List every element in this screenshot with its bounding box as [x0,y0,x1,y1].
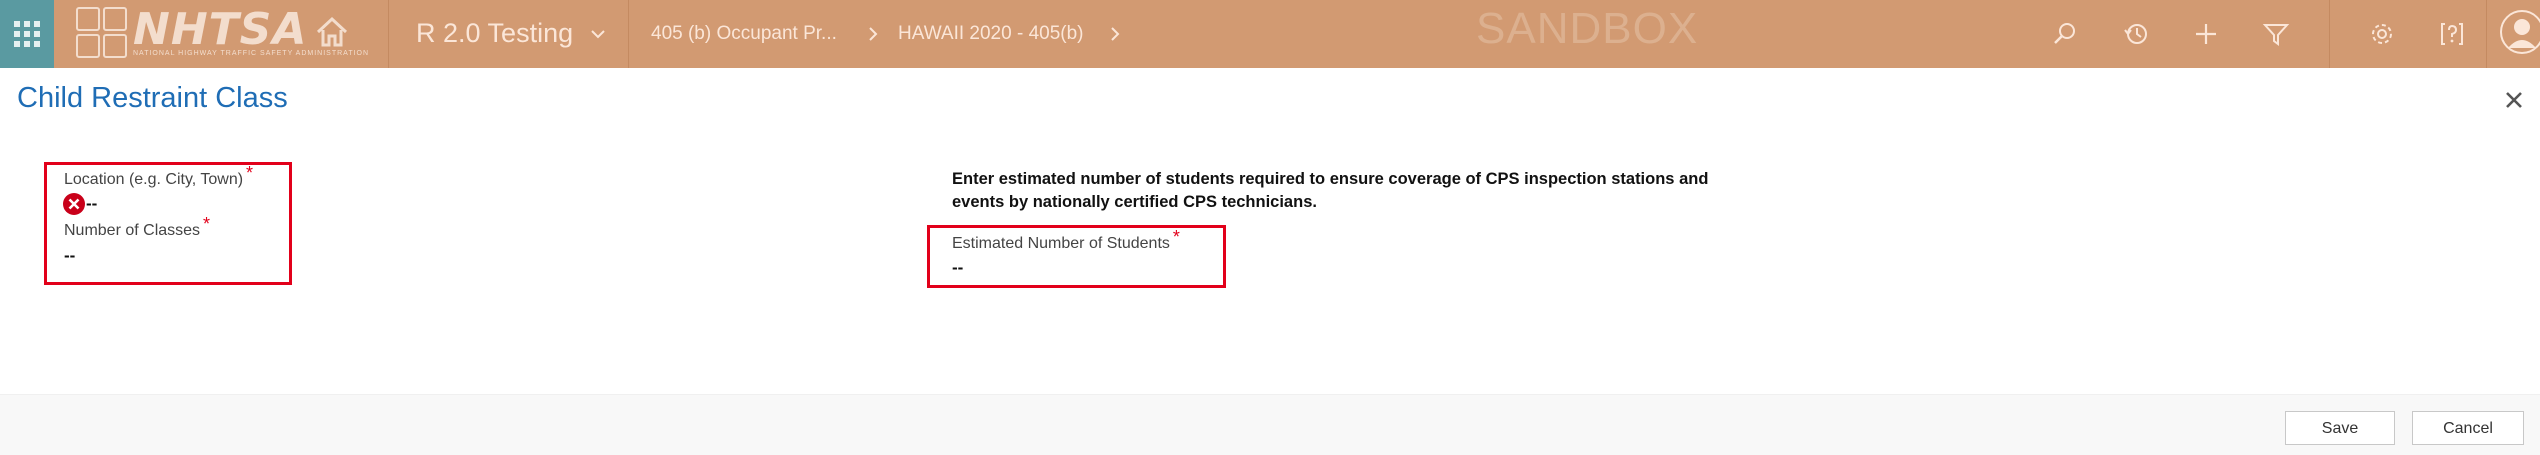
environment-label: SANDBOX [1476,4,1699,53]
help-icon[interactable] [2438,20,2466,48]
chevron-right-icon [866,25,880,43]
breadcrumb-item-occupant-protection[interactable]: 405 (b) Occupant Pr... [651,22,837,46]
logo-tiles-icon [76,6,127,58]
app-name[interactable]: R 2.0 Testing [416,16,573,50]
divider [628,0,629,68]
required-marker: * [1172,227,1180,247]
add-icon[interactable] [2192,20,2220,48]
dialog-footer [0,394,2540,455]
divider [2329,0,2330,68]
divider [2486,0,2487,68]
location-field[interactable]: -- [86,194,97,214]
location-label-text: Location (e.g. City, Town) [64,171,244,188]
home-icon[interactable] [314,14,350,50]
app-launcher-button[interactable] [0,0,54,68]
number-of-classes-label-text: Number of Classes [64,222,201,239]
close-icon[interactable] [2502,88,2526,112]
settings-icon[interactable] [2368,20,2396,48]
user-avatar-icon[interactable] [2500,10,2540,58]
number-of-classes-field[interactable]: -- [64,246,75,266]
chevron-right-icon[interactable] [1108,25,1122,43]
estimated-students-field[interactable]: -- [952,258,963,278]
instructions-text: Enter estimated number of students requi… [952,170,1709,211]
divider [388,0,389,68]
save-button[interactable]: Save [2285,411,2395,445]
error-icon [62,192,86,216]
dialog-title: Child Restraint Class [17,82,288,114]
filter-icon[interactable] [2262,20,2290,48]
estimated-students-label-text: Estimated Number of Students [952,235,1170,252]
search-icon[interactable] [2051,20,2079,48]
location-field-label: Location (e.g. City, Town) * [64,163,253,190]
chevron-down-icon[interactable] [590,26,606,42]
logo-subtext: NATIONAL HIGHWAY TRAFFIC SAFETY ADMINIST… [133,49,370,57]
required-marker: * [203,214,211,234]
number-of-classes-label: Number of Classes * [64,214,210,241]
cancel-button[interactable]: Cancel [2412,411,2524,445]
breadcrumb-item-hawaii[interactable]: HAWAII 2020 - 405(b) [898,22,1084,46]
history-icon[interactable] [2122,20,2150,48]
top-navigation-bar: NHTSA NATIONAL HIGHWAY TRAFFIC SAFETY AD… [0,0,2540,68]
required-marker: * [246,163,254,183]
waffle-icon [14,21,40,47]
estimated-students-label: Estimated Number of Students * [952,227,1180,254]
